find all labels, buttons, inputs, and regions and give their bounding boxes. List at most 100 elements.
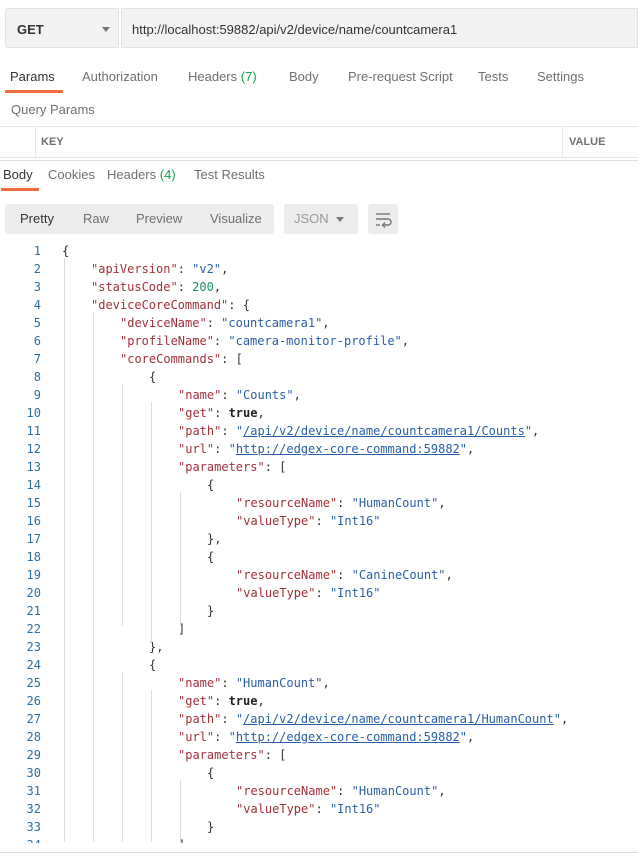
tab-body[interactable]: Body <box>289 69 319 84</box>
tab-pre-request-script[interactable]: Pre-request Script <box>348 69 453 84</box>
format-raw[interactable]: Raw <box>83 211 109 226</box>
code-token: " <box>553 712 561 726</box>
code-token: : <box>221 388 236 402</box>
language-select[interactable]: JSON <box>284 204 358 234</box>
code-token: " <box>459 730 468 744</box>
code-line: "url": "http://edgex-core-command:59882"… <box>178 442 474 456</box>
code-token: 200 <box>192 280 214 294</box>
url-input[interactable]: http://localhost:59882/api/v2/device/nam… <box>121 8 638 48</box>
tab-cookies[interactable]: Cookies <box>48 167 95 182</box>
code-token: , <box>401 334 409 348</box>
line-number: 2 <box>33 262 41 276</box>
active-tab-indicator <box>5 90 63 93</box>
column-divider <box>35 127 36 158</box>
line-number: 4 <box>33 298 41 312</box>
pane-divider[interactable] <box>0 160 638 161</box>
code-token: "coreCommands" <box>120 352 222 366</box>
code-token: : <box>221 712 236 726</box>
code-token: "deviceCoreCommand" <box>91 298 229 312</box>
tab-authorization[interactable]: Authorization <box>82 69 158 84</box>
code-token: } <box>207 820 215 834</box>
tab-test-results[interactable]: Test Results <box>194 167 265 182</box>
code-token: : <box>177 262 193 276</box>
code-token: , <box>257 406 265 420</box>
format-pretty[interactable]: Pretty <box>20 211 54 226</box>
tab-settings[interactable]: Settings <box>537 69 584 84</box>
line-number: 23 <box>26 640 41 654</box>
code-token: : <box>213 334 229 348</box>
code-line: "coreCommands": [ <box>120 352 243 366</box>
line-number: 15 <box>26 496 41 510</box>
line-number: 13 <box>26 460 41 474</box>
code-token: "deviceName" <box>120 316 207 330</box>
code-line: } <box>207 820 214 834</box>
code-line: "path": "/api/v2/device/name/countcamera… <box>178 712 568 726</box>
tab-label: Tests <box>478 69 509 84</box>
format-preview[interactable]: Preview <box>136 211 182 226</box>
indent-guide <box>93 312 94 842</box>
code-line: { <box>149 658 156 672</box>
code-token: "parameters" <box>178 460 265 474</box>
line-number: 10 <box>26 406 41 420</box>
code-token: { <box>207 766 215 780</box>
code-line: { <box>207 550 214 564</box>
tab-response-body[interactable]: Body <box>3 167 33 182</box>
code-token: , <box>213 280 222 294</box>
tab-label: Authorization <box>82 69 158 84</box>
tab-params[interactable]: Params <box>10 69 55 84</box>
code-token: : <box>315 586 330 600</box>
line-number: 24 <box>26 658 41 672</box>
code-token: : [ <box>264 748 287 762</box>
tab-label: Body <box>289 69 319 84</box>
chevron-down-icon <box>336 217 344 222</box>
response-body-viewer[interactable]: 1 {2 "apiVersion": "v2", 3 "statusCode": 200… <box>0 243 638 843</box>
code-token: " <box>228 730 236 744</box>
wrap-lines-button[interactable] <box>368 204 398 234</box>
tab-tests[interactable]: Tests <box>478 69 508 84</box>
link-token[interactable]: http://edgex-core-command:59882 <box>236 730 460 744</box>
code-line: { <box>207 766 214 780</box>
code-token: : <box>315 802 330 816</box>
indent-guide <box>151 402 152 644</box>
code-token: { <box>207 478 215 492</box>
code-token: "path" <box>178 712 222 726</box>
code-line: "name": "Counts", <box>178 388 301 402</box>
code-token: , <box>438 784 446 798</box>
method-select[interactable]: GET <box>5 8 119 48</box>
link-token[interactable]: /api/v2/device/name/countcamera1/Counts <box>243 424 525 438</box>
code-line: "url": "http://edgex-core-command:59882"… <box>178 730 474 744</box>
tab-headers[interactable]: Headers (7) <box>188 69 257 84</box>
code-token: "resourceName" <box>236 568 338 582</box>
code-token: "apiVersion" <box>91 262 178 276</box>
code-token: : <box>315 514 330 528</box>
code-line: "get": true, <box>178 406 265 420</box>
tab-label: Headers <box>188 69 238 84</box>
line-number: 34 <box>0 838 41 843</box>
code-token: : <box>337 568 352 582</box>
code-token: "parameters" <box>178 748 265 762</box>
code-token: { <box>207 550 215 564</box>
code-token: : <box>177 280 193 294</box>
code-line: "apiVersion": "v2", <box>91 262 228 276</box>
code-line: "path": "/api/v2/device/name/countcamera… <box>178 424 539 438</box>
code-token: } <box>207 604 215 618</box>
code-line: "statusCode": 200, <box>91 280 221 294</box>
code-line: "profileName": "camera-monitor-profile", <box>120 334 409 348</box>
code-token: "url" <box>178 442 215 456</box>
code-token: "resourceName" <box>236 784 338 798</box>
line-number: 12 <box>26 442 41 456</box>
tab-label: Test Results <box>194 167 265 182</box>
code-token: , <box>322 676 330 690</box>
key-column-header: KEY <box>41 136 64 148</box>
indent-guide <box>180 492 181 626</box>
method-label: GET <box>17 22 44 37</box>
tab-response-headers[interactable]: Headers (4) <box>107 167 176 182</box>
link-token[interactable]: http://edgex-core-command:59882 <box>236 442 460 456</box>
line-number: 14 <box>26 478 41 492</box>
code-token: " <box>524 424 533 438</box>
code-token: { <box>149 658 157 672</box>
code-token: , <box>221 262 229 276</box>
code-token: , <box>532 424 540 438</box>
format-visualize[interactable]: Visualize <box>210 211 262 226</box>
link-token[interactable]: /api/v2/device/name/countcamera1/HumanCo… <box>243 712 554 726</box>
